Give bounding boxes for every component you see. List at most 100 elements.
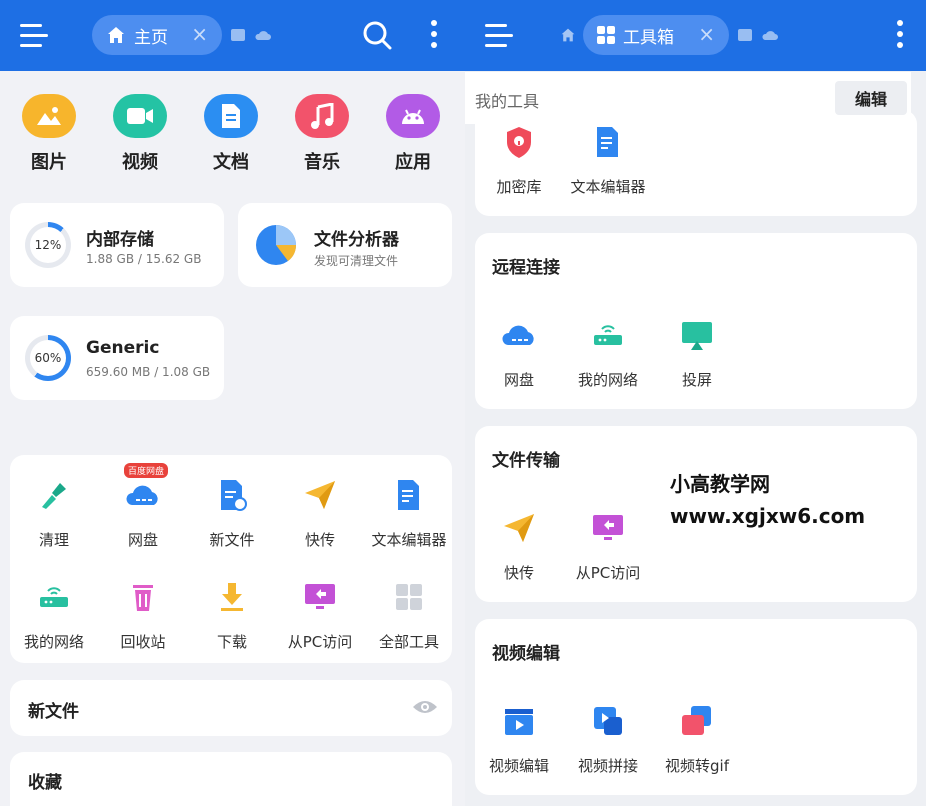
tool-quick-send[interactable]: 快传: [275, 477, 365, 550]
cloud-icon[interactable]: [762, 28, 778, 42]
android-icon: [402, 109, 424, 124]
video-icon: [127, 108, 153, 124]
more-options-icon[interactable]: [431, 20, 437, 50]
tool-netdisk[interactable]: 网盘: [98, 477, 188, 550]
tool-label: 新文件: [209, 531, 255, 549]
router-icon: [594, 325, 622, 345]
tool-video-edit[interactable]: 视频编辑: [474, 703, 564, 776]
category-label: 音乐: [304, 152, 340, 173]
tool-label: 从PC访问: [575, 564, 641, 582]
music-icon: [311, 103, 334, 129]
tool-label: 清理: [38, 531, 69, 549]
pc-access-icon: [305, 584, 335, 609]
brush-icon: [42, 483, 66, 509]
document-icon: [222, 104, 240, 128]
tool-label: 快传: [503, 564, 534, 582]
text-editor-icon: [597, 127, 618, 157]
tool-label: 投屏: [681, 371, 712, 389]
recent-files-card[interactable]: 新文件: [10, 680, 452, 736]
tools-card: 百度网盘 清理 网盘 新文件 快传 文本编辑器 我的网络 回收站 下载 从PC访…: [10, 455, 452, 663]
tool-label: 全部工具: [378, 633, 439, 651]
cloud-icon[interactable]: [255, 28, 271, 42]
tool-quick-send[interactable]: 快传: [474, 510, 564, 583]
favorites-card[interactable]: 收藏: [10, 752, 452, 806]
paper-plane-icon: [305, 481, 335, 509]
tool-pc-access[interactable]: 从PC访问: [563, 510, 653, 583]
storage-usage-ring: 12%: [25, 222, 71, 268]
grid-icon: [597, 26, 615, 44]
tool-video-to-gif[interactable]: 视频转gif: [652, 703, 742, 776]
menu-icon[interactable]: [20, 24, 48, 48]
tool-my-network[interactable]: 我的网络: [563, 317, 653, 390]
remote-connection-card: 远程连接 网盘 我的网络 投屏: [475, 233, 917, 409]
text-editor-icon: [398, 480, 419, 510]
my-tools-label: 我的工具: [475, 92, 540, 111]
screencast-icon: [682, 322, 712, 350]
tool-screencast[interactable]: 投屏: [652, 317, 742, 390]
more-options-icon[interactable]: [897, 20, 903, 50]
category-icon: [386, 94, 440, 138]
storage-usage-ring: 60%: [25, 335, 71, 381]
tool-my-network[interactable]: 我的网络: [9, 579, 99, 652]
tool-netdisk[interactable]: 网盘: [474, 317, 564, 390]
search-icon[interactable]: [362, 20, 392, 50]
home-icon: [108, 27, 124, 43]
tab-home[interactable]: 主页 ×: [92, 15, 222, 55]
tool-text-editor[interactable]: 文本编辑器: [364, 477, 454, 550]
category-documents[interactable]: 文档: [203, 94, 259, 174]
tool-all-tools[interactable]: 全部工具: [364, 579, 454, 652]
tool-label: 我的网络: [577, 371, 638, 389]
tool-clean[interactable]: 清理: [9, 477, 99, 550]
paper-plane-icon: [504, 514, 534, 542]
tool-new-files[interactable]: 新文件: [187, 477, 277, 550]
home-screen: 主页 × 图片 视频 文档 音乐 应用 12% 内部存储 1.88 GB / 1…: [0, 0, 465, 806]
tool-label: 视频拼接: [577, 757, 638, 775]
tab-toolbox[interactable]: 工具箱 ×: [583, 15, 729, 55]
recent-files-title: 新文件: [28, 702, 79, 722]
tool-recycle-bin[interactable]: 回收站: [98, 579, 188, 652]
category-label: 应用: [395, 152, 431, 173]
category-videos[interactable]: 视频: [112, 94, 168, 174]
toolbox-screen: 工具箱 × 加密库 文本编辑器 我的工具 编辑 远程连接 网盘 我的网络 投屏 …: [465, 0, 926, 806]
storage-title: Generic: [86, 338, 160, 358]
tool-video-merge[interactable]: 视频拼接: [563, 703, 653, 776]
menu-icon[interactable]: [485, 24, 513, 48]
grid-icon: [396, 584, 422, 610]
tool-text-editor[interactable]: 文本编辑器: [563, 124, 653, 197]
tool-pc-access[interactable]: 从PC访问: [275, 579, 365, 652]
cloud-icon: [502, 325, 534, 345]
router-icon: [40, 587, 68, 607]
category-images[interactable]: 图片: [21, 94, 77, 174]
book-icon[interactable]: [737, 28, 753, 42]
home-icon[interactable]: [560, 27, 576, 43]
internal-storage-card[interactable]: 12% 内部存储 1.88 GB / 15.62 GB: [10, 203, 224, 287]
file-analyzer-card[interactable]: 文件分析器 发现可清理文件: [238, 203, 452, 287]
tool-label: 加密库: [496, 178, 542, 196]
category-apps[interactable]: 应用: [385, 94, 441, 174]
storage-percent: 12%: [34, 238, 62, 252]
edit-button[interactable]: 编辑: [835, 81, 907, 115]
section-title: 文件传输: [492, 451, 560, 471]
new-file-icon: [221, 480, 247, 511]
book-icon[interactable]: [230, 28, 246, 42]
favorites-title: 收藏: [28, 773, 62, 793]
tool-label: 文本编辑器: [570, 178, 646, 196]
category-music[interactable]: 音乐: [294, 94, 350, 174]
eye-icon[interactable]: [412, 698, 438, 716]
close-icon[interactable]: ×: [191, 24, 208, 44]
tool-download[interactable]: 下载: [187, 579, 277, 652]
gif-icon: [682, 706, 711, 735]
video-merge-icon: [594, 707, 622, 735]
tool-label: 视频转gif: [665, 757, 729, 775]
watermark-url: www.xgjxw6.com: [670, 504, 866, 528]
generic-storage-card[interactable]: 60% Generic 659.60 MB / 1.08 GB: [10, 316, 224, 400]
category-icon: [113, 94, 167, 138]
tool-vault[interactable]: 加密库: [474, 124, 564, 197]
video-editing-card: 视频编辑 视频编辑 视频拼接 视频转gif: [475, 619, 917, 795]
tool-label: 视频编辑: [488, 757, 549, 775]
storage-title: 内部存储: [86, 230, 154, 250]
top-bar: 主页 ×: [0, 0, 465, 71]
tab-label: 主页: [134, 27, 168, 48]
close-icon[interactable]: ×: [698, 24, 715, 44]
analyzer-subtitle: 发现可清理文件: [314, 254, 399, 268]
